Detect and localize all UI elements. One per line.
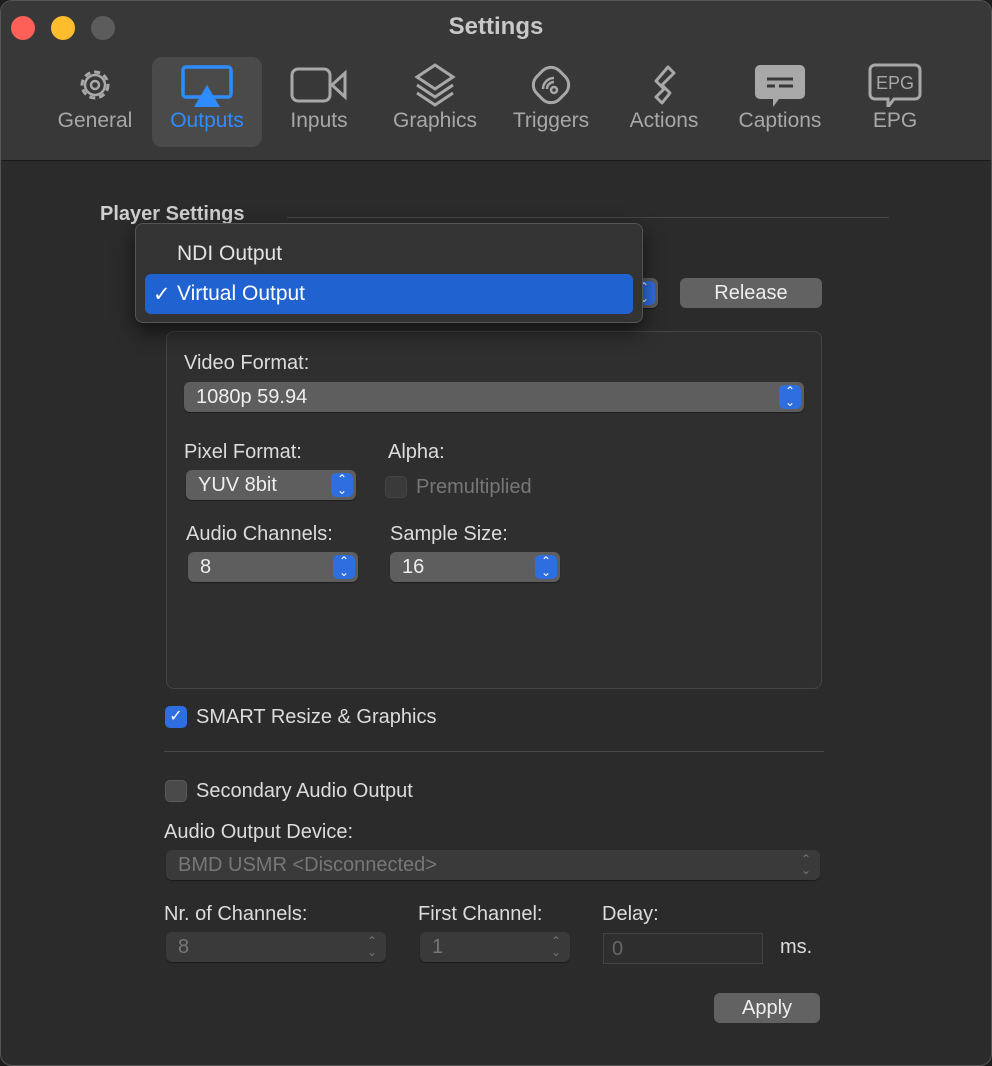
audio-channels-label: Audio Channels: <box>186 523 333 545</box>
premultiplied-checkbox[interactable] <box>385 476 407 498</box>
menu-item-ndi-output[interactable]: NDI Output <box>145 234 633 274</box>
video-camera-icon <box>290 67 347 103</box>
audio-device-popup[interactable]: BMD USMR <Disconnected> ⌃ ⌄ <box>166 850 820 880</box>
tab-label: Triggers <box>512 109 590 132</box>
divider <box>164 751 824 752</box>
first-channel-value: 1 <box>432 936 444 958</box>
checkmark-icon: ✓ <box>153 283 171 306</box>
divider <box>287 217 889 218</box>
apply-button[interactable]: Apply <box>714 993 820 1023</box>
pixel-format-value: YUV 8bit <box>198 474 277 496</box>
stepper-icon: ⌃ ⌄ <box>331 473 353 497</box>
tab-captions[interactable]: Captions <box>727 57 833 147</box>
channels-value: 8 <box>178 936 190 958</box>
captions-icon <box>755 65 805 107</box>
sample-size-popup[interactable]: 16 ⌃ ⌄ <box>390 552 560 582</box>
sample-size-value: 16 <box>402 556 425 578</box>
first-channel-popup[interactable]: 1 ⌃ ⌄ <box>420 932 570 962</box>
settings-window: Settings General Outputs Inputs Graphics… <box>0 0 992 1066</box>
video-format-value: 1080p 59.94 <box>196 386 308 408</box>
smart-resize-label: SMART Resize & Graphics <box>196 706 437 728</box>
pixel-format-popup[interactable]: YUV 8bit ⌃ ⌄ <box>186 470 356 500</box>
channels-label: Nr. of Channels: <box>164 903 308 925</box>
tab-label: Captions <box>738 109 822 132</box>
video-format-popup[interactable]: 1080p 59.94 ⌃ ⌄ <box>184 382 804 412</box>
smart-resize-checkbox[interactable]: ✓ <box>165 706 187 728</box>
alpha-label: Alpha: <box>388 441 445 463</box>
stepper-icon: ⌃ ⌄ <box>550 934 562 959</box>
video-format-label: Video Format: <box>184 352 310 374</box>
delay-input[interactable]: 0 <box>603 933 763 964</box>
tab-outputs[interactable]: Outputs <box>152 57 262 147</box>
tab-epg[interactable]: EPG EPG <box>857 57 933 147</box>
tab-actions[interactable]: Actions <box>619 57 709 147</box>
sample-size-label: Sample Size: <box>390 523 508 545</box>
output-dropdown-menu: NDI Output ✓ Virtual Output <box>135 223 643 323</box>
toolbar: Settings General Outputs Inputs Graphics… <box>1 1 991 161</box>
airplay-icon <box>181 65 233 107</box>
audio-device-label: Audio Output Device: <box>164 821 353 843</box>
first-channel-label: First Channel: <box>418 903 543 925</box>
premultiplied-label: Premultiplied <box>416 476 532 498</box>
tab-graphics[interactable]: Graphics <box>383 57 487 147</box>
svg-text:EPG: EPG <box>876 73 914 93</box>
stepper-icon: ⌃ ⌄ <box>366 934 378 959</box>
audio-channels-value: 8 <box>200 556 212 578</box>
stepper-icon: ⌃ ⌄ <box>535 555 557 579</box>
stepper-icon: ⌃ ⌄ <box>800 852 812 877</box>
tab-label: Actions <box>629 109 699 132</box>
tab-label: EPG <box>872 109 918 132</box>
channels-popup[interactable]: 8 ⌃ ⌄ <box>166 932 386 962</box>
trigger-icon <box>531 65 571 105</box>
menu-item-label: NDI Output <box>177 242 283 265</box>
gear-icon <box>80 70 110 100</box>
actions-icon <box>654 65 676 105</box>
tab-label: Graphics <box>392 109 478 132</box>
release-button[interactable]: Release <box>680 278 822 308</box>
tab-label: General <box>57 109 133 132</box>
window-title: Settings <box>448 13 544 40</box>
tab-general[interactable]: General <box>49 57 141 147</box>
delay-label: Delay: <box>602 903 659 925</box>
tab-label: Outputs <box>170 109 244 132</box>
menu-item-virtual-output[interactable]: ✓ Virtual Output <box>145 274 633 314</box>
audio-device-value: BMD USMR <Disconnected> <box>178 854 437 876</box>
layers-cg-icon <box>414 63 456 107</box>
tab-inputs[interactable]: Inputs <box>277 57 361 147</box>
delay-unit: ms. <box>780 936 813 958</box>
epg-icon: EPG <box>868 63 922 107</box>
pixel-format-label: Pixel Format: <box>184 441 302 463</box>
tab-label: Inputs <box>290 109 348 132</box>
secondary-audio-label: Secondary Audio Output <box>196 780 413 802</box>
audio-channels-popup[interactable]: 8 ⌃ ⌄ <box>188 552 358 582</box>
tab-triggers[interactable]: Triggers <box>503 57 599 147</box>
stepper-icon: ⌃ ⌄ <box>333 555 355 579</box>
secondary-audio-checkbox[interactable] <box>165 780 187 802</box>
stepper-icon: ⌃ ⌄ <box>779 385 801 409</box>
menu-item-label: Virtual Output <box>177 282 306 305</box>
